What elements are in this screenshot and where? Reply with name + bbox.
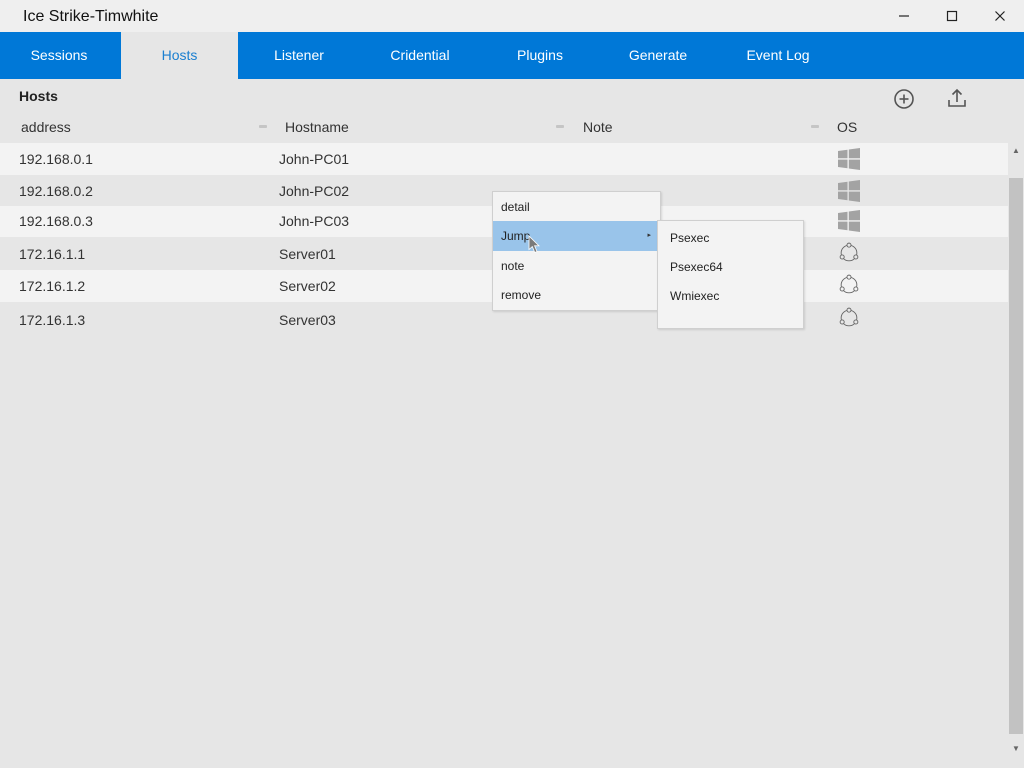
scroll-down-arrow-icon[interactable]: ▼ [1012, 745, 1020, 753]
mouse-cursor-icon [528, 235, 540, 254]
scroll-thumb[interactable] [1009, 178, 1023, 734]
column-resize-handle[interactable] [259, 125, 267, 128]
column-header-hostname[interactable]: Hostname [285, 119, 349, 135]
submenu-item-psexec[interactable]: Psexec [658, 224, 803, 253]
windows-icon [838, 148, 860, 170]
address-cell: 172.16.1.1 [19, 246, 86, 262]
tab-cridential[interactable]: Cridential [360, 32, 480, 79]
linux-icon [839, 242, 859, 262]
tab-plugins[interactable]: Plugins [480, 32, 600, 79]
minimize-button[interactable] [881, 0, 927, 32]
address-cell: 172.16.1.3 [19, 312, 86, 328]
close-icon [995, 11, 1005, 21]
vertical-scrollbar[interactable]: ▲ ▼ [1008, 143, 1024, 768]
linux-icon [839, 307, 859, 327]
linux-icon [839, 274, 859, 294]
hostname-cell: John-PC02 [279, 183, 350, 199]
submenu-item-wmiexec[interactable]: Wmiexec [658, 282, 803, 311]
menu-item-label: Jump [501, 229, 531, 243]
tab-hosts[interactable]: Hosts [121, 32, 238, 79]
tab-generate[interactable]: Generate [600, 32, 716, 79]
column-header-note[interactable]: Note [583, 119, 613, 135]
tab-listener[interactable]: Listener [240, 32, 358, 79]
hostname-cell: John-PC01 [279, 151, 350, 167]
hostname-cell: Server01 [279, 246, 336, 262]
scroll-up-arrow-icon[interactable]: ▲ [1012, 147, 1020, 155]
address-cell: 192.168.0.3 [19, 213, 93, 229]
section-title: Hosts [19, 88, 58, 104]
close-button[interactable] [977, 0, 1023, 32]
address-cell: 192.168.0.1 [19, 151, 93, 167]
column-resize-handle[interactable] [811, 125, 819, 128]
chevron-right-icon: ▸ [647, 232, 651, 239]
maximize-button[interactable] [929, 0, 975, 32]
plus-circle-icon [894, 89, 914, 109]
column-resize-handle[interactable] [556, 125, 564, 128]
menu-item-jump[interactable]: Jump ▸ [493, 221, 660, 251]
jump-submenu: Psexec Psexec64 Wmiexec [657, 220, 804, 329]
submenu-item-psexec64[interactable]: Psexec64 [658, 253, 803, 282]
address-cell: 192.168.0.2 [19, 183, 93, 199]
hostname-cell: John-PC03 [279, 213, 350, 229]
maximize-icon [946, 10, 958, 22]
tab-sessions[interactable]: Sessions [0, 32, 118, 79]
menu-item-remove[interactable]: remove [493, 280, 660, 310]
tab-event-log[interactable]: Event Log [716, 32, 840, 79]
menu-item-note[interactable]: note [493, 251, 660, 281]
context-menu: detail Jump ▸ note remove [492, 191, 661, 311]
address-cell: 172.16.1.2 [19, 278, 86, 294]
table-row[interactable]: 192.168.0.1 John-PC01 [0, 143, 1008, 175]
main-tab-bar: Sessions Hosts Listener Cridential Plugi… [0, 32, 1024, 79]
minimize-icon [899, 15, 909, 17]
export-button[interactable] [943, 85, 971, 113]
hosts-panel: Hosts address Hostname Note OS 192.168.0… [0, 79, 1024, 768]
hostname-cell: Server02 [279, 278, 336, 294]
hostname-cell: Server03 [279, 312, 336, 328]
upload-icon [948, 88, 966, 107]
add-host-button[interactable] [890, 85, 918, 113]
windows-icon [838, 210, 860, 232]
windows-icon [838, 180, 860, 202]
window-title: Ice Strike-Timwhite [23, 8, 159, 25]
column-header-os[interactable]: OS [837, 119, 857, 135]
title-bar: Ice Strike-Timwhite [0, 0, 1024, 32]
column-header-address[interactable]: address [21, 119, 71, 135]
menu-item-detail[interactable]: detail [493, 192, 660, 222]
